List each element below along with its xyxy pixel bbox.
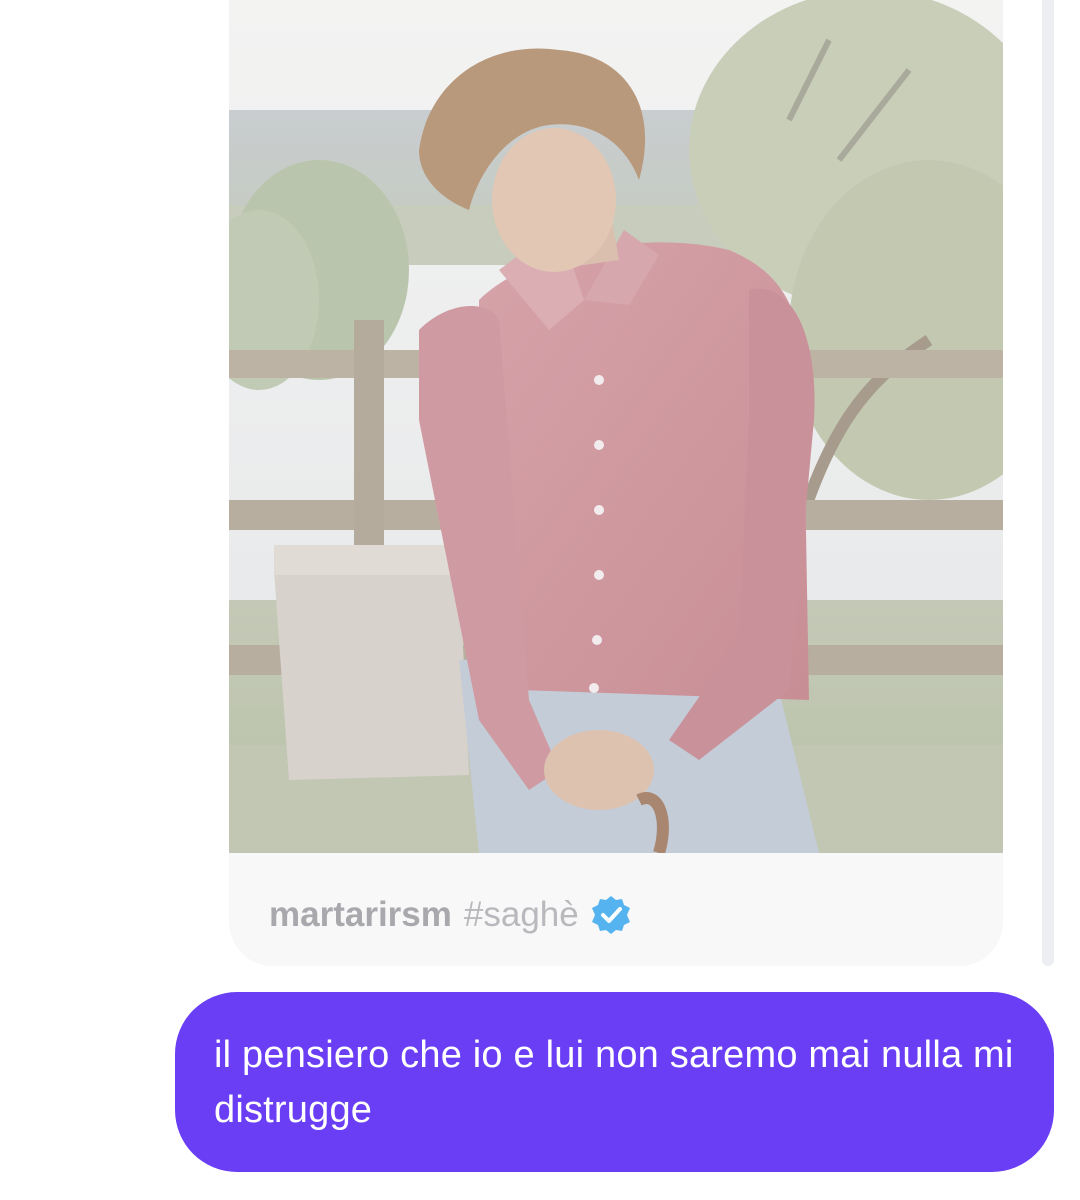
shared-post-footer[interactable]: martarirsm #saghè (229, 853, 1003, 966)
shared-post-image[interactable] (229, 0, 1003, 853)
post-hashtag[interactable]: #saghè (464, 895, 579, 935)
shared-post-card[interactable]: martarirsm #saghè (229, 0, 1003, 966)
message-text: il pensiero che io e lui non saremo mai … (214, 1034, 1014, 1131)
scrollbar[interactable] (1042, 0, 1054, 966)
post-author-row: martarirsm #saghè (269, 893, 631, 937)
verified-badge-icon (591, 895, 631, 935)
post-username[interactable]: martarirsm (269, 895, 452, 935)
chat-screen: martarirsm #saghè il pensiero che io e l… (0, 0, 1080, 1200)
sent-message-bubble[interactable]: il pensiero che io e lui non saremo mai … (175, 992, 1054, 1172)
